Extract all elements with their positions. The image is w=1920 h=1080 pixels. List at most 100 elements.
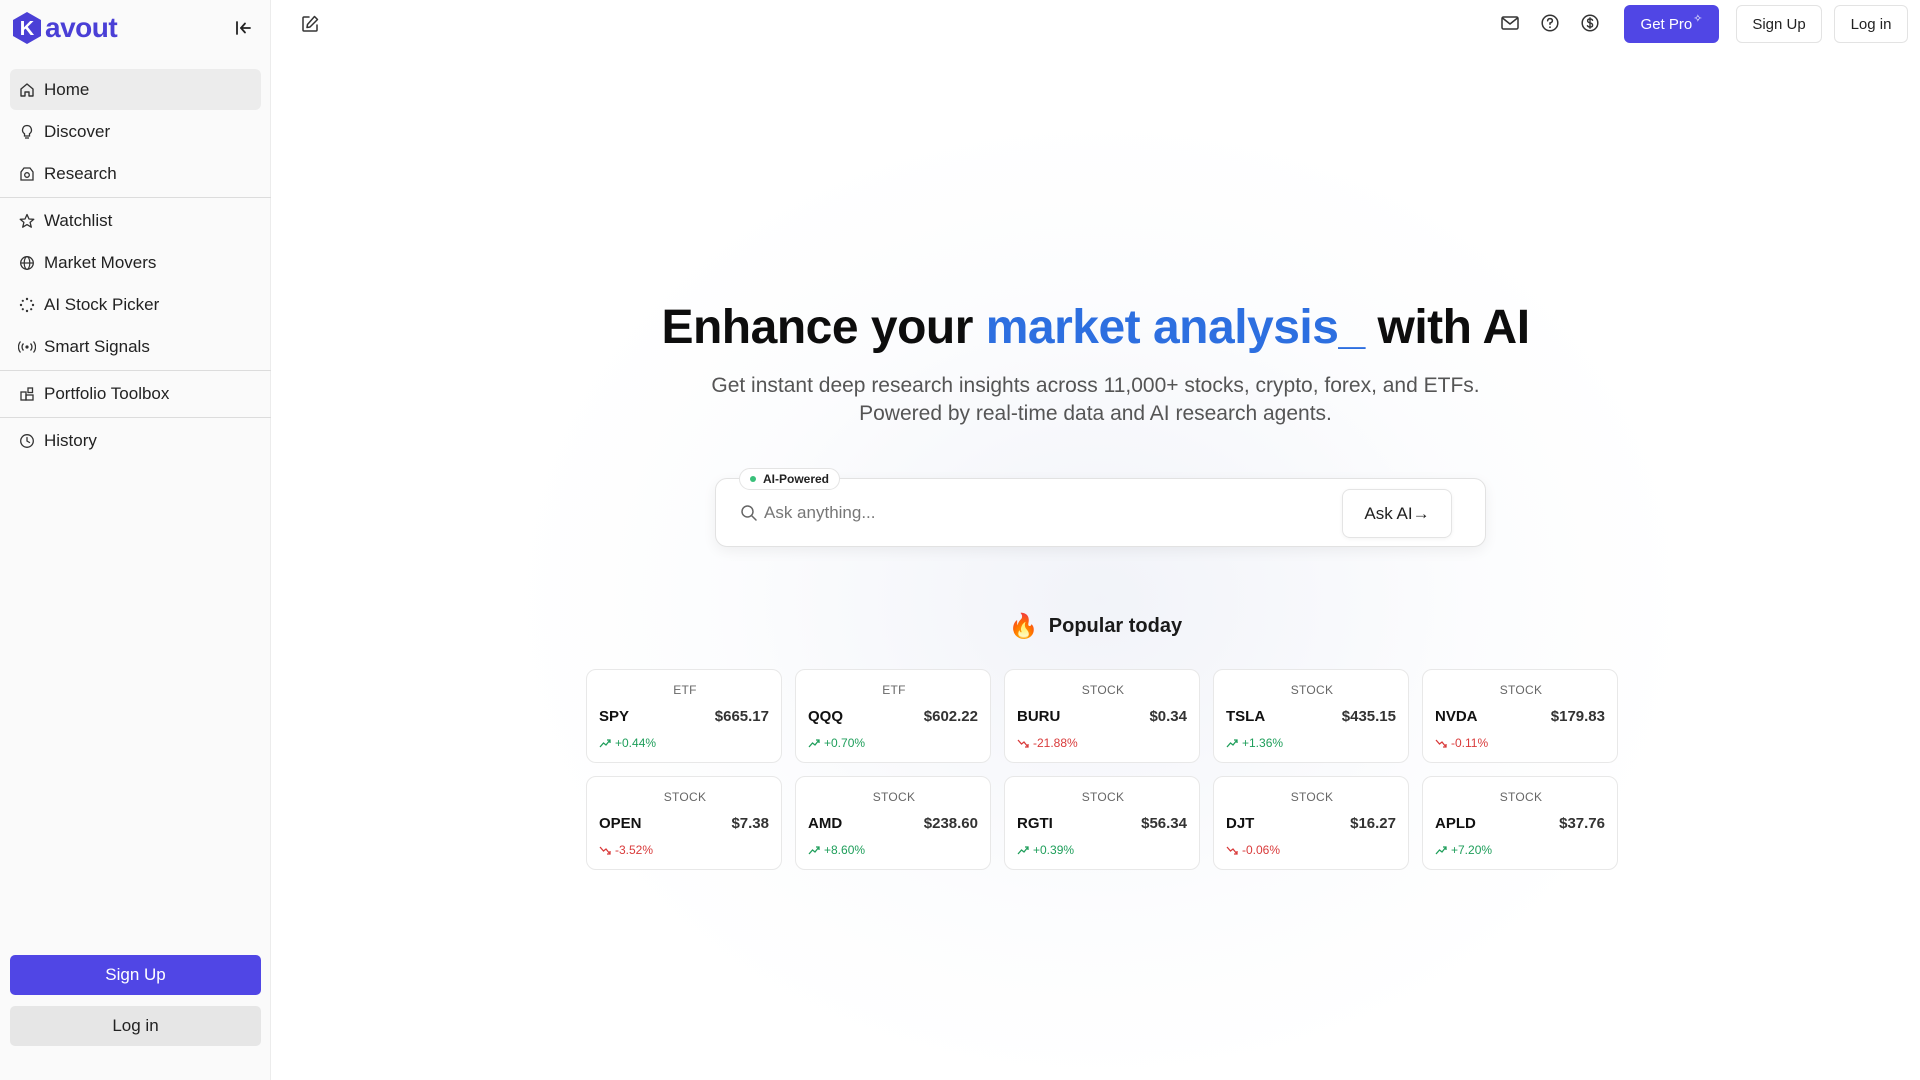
ticker-card-open[interactable]: STOCK OPEN $7.38 -3.52% — [586, 776, 782, 870]
ticker-change: -3.52% — [599, 843, 653, 857]
ticker-price: $602.22 — [923, 708, 978, 725]
nav-divider — [0, 197, 271, 198]
typing-cursor: _ — [1338, 301, 1365, 354]
ticker-change: -21.88% — [1017, 736, 1078, 750]
ask-ai-label: Ask AI — [1364, 503, 1413, 523]
hero-title-prefix: Enhance your — [661, 301, 986, 354]
ticker-change-value: -3.52% — [615, 843, 654, 857]
ticker-card-spy[interactable]: ETF SPY $665.17 +0.44% — [586, 669, 782, 763]
ticker-change-value: +7.20% — [1451, 843, 1493, 857]
ticker-card-buru[interactable]: STOCK BURU $0.34 -21.88% — [1004, 669, 1200, 763]
ticker-card-apld[interactable]: STOCK APLD $37.76 +7.20% — [1422, 776, 1618, 870]
sidebar-item-discover[interactable]: Discover — [10, 111, 261, 152]
trend-up-icon — [599, 737, 611, 749]
ticker-change: +0.39% — [1017, 843, 1074, 857]
sidebar-item-label: Market Movers — [44, 252, 157, 272]
collapse-sidebar-button[interactable] — [230, 15, 256, 41]
ticker-change-value: -0.06% — [1242, 843, 1281, 857]
ticker-change: +0.70% — [808, 736, 865, 750]
sidebar-item-smart-signals[interactable]: Smart Signals — [10, 326, 261, 367]
asset-type-label: STOCK — [1081, 790, 1125, 804]
popular-today-header: 🔥 Popular today — [271, 612, 1920, 641]
signup-button[interactable]: Sign Up — [1736, 5, 1822, 43]
hero-subtitle-line-2: Powered by real-time data and AI researc… — [859, 402, 1332, 425]
ticker-symbol: QQQ — [808, 708, 844, 725]
sidebar-item-portfolio-toolbox[interactable]: Portfolio Toolbox — [10, 373, 261, 414]
sidebar-item-home[interactable]: Home — [10, 69, 261, 110]
logo-mark-icon: K — [13, 12, 41, 44]
ticker-symbol: OPEN — [599, 815, 642, 832]
asset-type-label: ETF — [882, 683, 906, 697]
help-icon — [1541, 14, 1559, 32]
mail-button[interactable] — [1498, 11, 1522, 35]
ticker-card-amd[interactable]: STOCK AMD $238.60 +8.60% — [795, 776, 991, 870]
ticker-price: $7.38 — [731, 815, 769, 832]
ticker-card-nvda[interactable]: STOCK NVDA $179.83 -0.11% — [1422, 669, 1618, 763]
ticker-price: $56.34 — [1141, 815, 1187, 832]
kavout-logo[interactable]: K avout — [10, 11, 118, 45]
ticker-symbol: BURU — [1017, 708, 1061, 725]
ticker-card-djt[interactable]: STOCK DJT $16.27 -0.06% — [1213, 776, 1409, 870]
sidebar-login-button[interactable]: Log in — [10, 1006, 261, 1046]
sidebar-item-watchlist[interactable]: Watchlist — [10, 200, 261, 241]
ticker-price: $435.15 — [1341, 708, 1396, 725]
get-pro-button[interactable]: Get Pro ✧ — [1624, 5, 1719, 43]
ticker-change-value: -0.11% — [1451, 736, 1489, 750]
trend-up-icon — [1435, 844, 1447, 856]
clock-icon — [18, 432, 36, 450]
popular-today-title: Popular today — [1048, 615, 1183, 637]
sparkle-icon: ✧ — [1693, 12, 1703, 25]
ai-powered-label: AI-Powered — [763, 472, 830, 486]
ticker-card-qqq[interactable]: ETF QQQ $602.22 +0.70% — [795, 669, 991, 763]
hero-subtitle-line-1: Get instant deep research insights acros… — [711, 374, 1480, 397]
sidebar-item-ai-stock-picker[interactable]: AI Stock Picker — [10, 284, 261, 325]
ticker-change: -0.06% — [1226, 843, 1280, 857]
lightbulb-icon — [18, 123, 36, 141]
search-icon — [741, 505, 757, 521]
ask-ai-search-box: AI-Powered Ask AI → — [715, 468, 1486, 547]
sidebar-item-market-movers[interactable]: Market Movers — [10, 242, 261, 283]
asset-type-label: STOCK — [663, 790, 707, 804]
pricing-button[interactable] — [1578, 11, 1602, 35]
trend-up-icon — [808, 844, 820, 856]
svg-text:K: K — [20, 18, 35, 40]
ticker-change: +8.60% — [808, 843, 865, 857]
signal-icon — [18, 338, 36, 356]
ticker-price: $0.34 — [1149, 708, 1187, 725]
ticker-change: +1.36% — [1226, 736, 1283, 750]
hero-title-accent: market analysis — [985, 301, 1339, 354]
ticker-price: $665.17 — [714, 708, 769, 725]
ticker-change-value: +0.70% — [824, 736, 866, 750]
collapse-left-icon — [236, 21, 251, 35]
sidebar-item-label: Home — [44, 79, 90, 99]
new-chat-button[interactable] — [298, 12, 322, 36]
ask-ai-button[interactable]: Ask AI → — [1342, 489, 1452, 538]
sidebar-signup-button[interactable]: Sign Up — [10, 955, 261, 995]
asset-type-label: STOCK — [872, 790, 916, 804]
trend-down-icon — [599, 844, 611, 856]
trend-up-icon — [808, 737, 820, 749]
ticker-symbol: DJT — [1226, 815, 1255, 832]
search-input[interactable] — [764, 497, 1324, 529]
nav-divider — [0, 417, 271, 418]
login-button[interactable]: Log in — [1834, 5, 1908, 43]
ticker-change-value: +0.44% — [615, 736, 657, 750]
ticker-card-tsla[interactable]: STOCK TSLA $435.15 +1.36% — [1213, 669, 1409, 763]
sidebar-item-research[interactable]: Research — [10, 153, 261, 194]
ai-powered-badge: AI-Powered — [739, 468, 841, 490]
ticker-card-rgti[interactable]: STOCK RGTI $56.34 +0.39% — [1004, 776, 1200, 870]
sidebar-item-label: Watchlist — [44, 210, 113, 230]
trend-down-icon — [1435, 737, 1447, 749]
toolbox-icon — [18, 385, 36, 403]
nav-divider — [0, 370, 271, 371]
logo-text: avout — [45, 12, 118, 43]
trend-down-icon — [1017, 737, 1029, 749]
sidebar-item-label: Portfolio Toolbox — [44, 383, 170, 403]
asset-type-label: STOCK — [1499, 683, 1543, 697]
sidebar-item-history[interactable]: History — [10, 420, 261, 461]
help-button[interactable] — [1538, 11, 1562, 35]
sidebar-item-label: Discover — [44, 121, 111, 141]
ticker-symbol: AMD — [808, 815, 843, 832]
dollar-icon — [1581, 14, 1599, 32]
dots-circle-icon — [18, 296, 36, 314]
